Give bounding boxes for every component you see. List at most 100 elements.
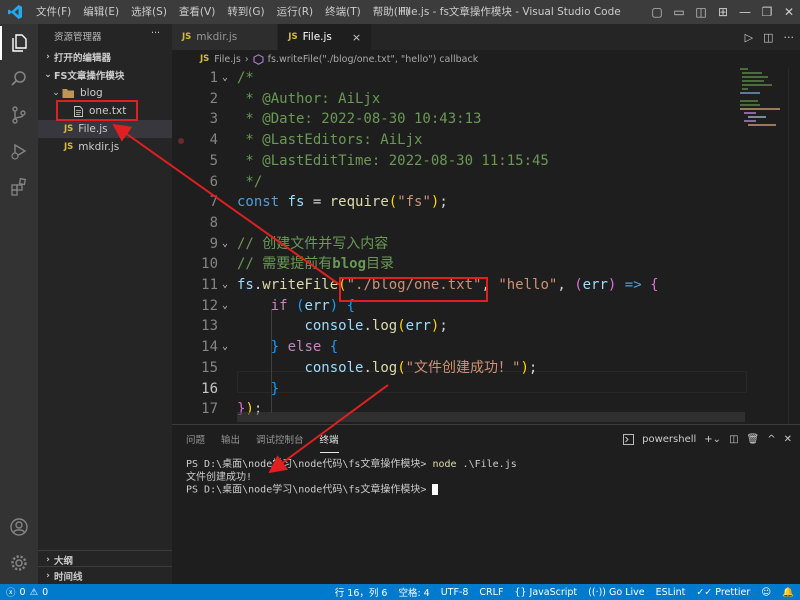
layout-toggle-icon[interactable]: ▢ [646,5,668,19]
file-label: File.js [78,123,108,135]
panel-toggle-icon[interactable]: ▭ [668,5,690,19]
file-mkdir-js[interactable]: JS mkdir.js [38,138,172,156]
timeline-section[interactable]: › 时间线 [38,566,172,585]
language-mode[interactable]: {} JavaScript [514,587,577,598]
terminal-cursor [432,484,439,495]
code-text: // 需要提前有blog目录 [237,256,395,273]
chevron-down-icon[interactable]: ⌄ [222,234,236,255]
project-section[interactable]: ⌄ FS文章操作模块 [38,66,172,84]
account-icon[interactable] [0,510,38,544]
extensions-icon[interactable] [0,170,38,204]
code-editor[interactable]: 1 ⌄/* 2 * @Author: AiLjx 3 * @Date: 2022-… [172,68,800,424]
code-text: const fs = require("fs"); [237,194,448,211]
chevron-right-icon: › [46,555,50,565]
split-toggle-icon[interactable]: ◫ [690,5,712,19]
go-live-button[interactable]: ((·)) Go Live [588,587,644,598]
line-number: 1 [209,70,218,86]
tab-output[interactable]: 输出 [221,425,240,453]
code-line: 1 ⌄/* [172,68,800,89]
run-debug-icon[interactable] [0,134,38,168]
customize-layout-icon[interactable]: ⊞ [712,5,734,19]
prettier-status[interactable]: ✓✓ Prettier [696,587,750,598]
menu-run[interactable]: 运行(R) [271,0,320,24]
file-file-js[interactable]: JS File.js [38,120,172,138]
chevron-down-icon[interactable]: ⌄ [222,275,236,296]
terminal-icon [623,433,635,445]
eslint-status[interactable]: ESLint [656,587,686,598]
close-tab-icon[interactable]: × [352,31,361,44]
chevron-down-icon[interactable]: ⌄ [222,68,236,89]
tab-problems[interactable]: 问题 [186,425,205,453]
code-line: 5 * @LastEditTime: 2022-08-30 11:15:45 [172,151,800,172]
window-controls: ▢ ▭ ◫ ⊞ — ❐ ✕ [646,0,800,24]
breadcrumb-file[interactable]: File.js [214,54,241,65]
timeline-label: 时间线 [54,572,83,583]
close-window-button[interactable]: ✕ [778,5,800,19]
more-actions-icon[interactable]: ··· [784,31,795,44]
line-number: 11 [201,277,218,293]
shell-name[interactable]: powershell [642,434,696,445]
open-editors-label: 打开的编辑器 [54,53,112,64]
encoding[interactable]: UTF-8 [441,587,469,598]
line-number: 10 [201,256,218,273]
close-panel-icon[interactable]: ✕ [784,434,792,445]
menu-view[interactable]: 查看(V) [173,0,221,24]
terminal-panel: 问题 输出 调试控制台 终端 powershell +⌄ ◫ 🗑 ^ ✕ PS … [172,424,800,584]
tab-label: File.js [302,31,332,43]
line-number: 4 [209,132,218,149]
code-text: console.log("文件创建成功！"); [304,359,538,376]
maximize-panel-icon[interactable]: ^ [767,434,775,445]
tab-file-js[interactable]: JS File.js × [278,24,373,50]
tab-terminal[interactable]: 终端 [319,425,339,453]
split-editor-icon[interactable]: ◫ [763,31,773,44]
line-number: 12 [201,297,218,314]
split-terminal-icon[interactable]: ◫ [729,434,738,445]
line-ending[interactable]: CRLF [479,587,503,598]
trash-icon[interactable]: 🗑 [747,434,760,445]
explorer-icon[interactable] [0,26,38,60]
terminal-output[interactable]: PS D:\桌面\node学习\node代码\fs文章操作模块> node .\… [186,459,517,497]
tab-label: mkdir.js [196,31,238,43]
minimize-button[interactable]: — [734,5,756,19]
chevron-down-icon[interactable]: ⌄ [222,337,236,358]
chevron-down-icon[interactable]: ⌄ [222,296,236,317]
feedback-icon[interactable]: ☺ [761,587,771,598]
more-actions-icon[interactable]: ··· [151,28,160,39]
check-double-icon: ✓✓ [696,586,716,598]
add-terminal-icon[interactable]: +⌄ [704,434,721,445]
code-text: } else { [270,339,339,356]
status-problems[interactable]: ⓧ 0 ⚠ 0 [6,584,48,600]
project-label: FS文章操作模块 [54,71,125,82]
code-text: if (err) { [270,297,356,314]
minimap[interactable] [740,68,788,128]
source-control-icon[interactable] [0,98,38,132]
code-line: 10 // 需要提前有blog目录 [172,254,800,275]
run-file-icon[interactable]: ▷ [745,31,753,44]
folder-label: blog [80,87,103,99]
bell-icon[interactable]: 🔔 [782,587,794,598]
code-line: 6 */ [172,172,800,193]
vertical-scrollbar[interactable] [788,68,800,424]
manage-gear-icon[interactable] [0,546,38,580]
activity-bar [0,24,38,584]
menu-file[interactable]: 文件(F) [30,0,77,24]
breadcrumb-symbol[interactable]: fs.writeFile("./blog/one.txt", "hello") … [268,54,479,65]
indentation[interactable]: 空格: 4 [398,585,429,599]
terminal-line: 文件创建成功! [186,471,253,483]
annotation-box-file [56,100,138,121]
explorer-title: 资源管理器 [54,32,102,43]
tab-mkdir-js[interactable]: JS mkdir.js [172,24,279,50]
horizontal-scrollbar[interactable] [237,412,745,422]
search-icon[interactable] [0,62,38,96]
title-bar: 文件(F) 编辑(E) 选择(S) 查看(V) 转到(G) 运行(R) 终端(T… [0,0,800,24]
tab-debug-console[interactable]: 调试控制台 [256,425,304,453]
code-line: 3 * @Date: 2022-08-30 10:43:13 [172,109,800,130]
menu-edit[interactable]: 编辑(E) [77,0,125,24]
maximize-button[interactable]: ❐ [756,5,778,19]
menu-selection[interactable]: 选择(S) [125,0,173,24]
menu-terminal[interactable]: 终端(T) [319,0,367,24]
cursor-position[interactable]: 行 16，列 6 [335,585,388,599]
open-editors-section[interactable]: › 打开的编辑器 [38,48,172,66]
chevron-down-icon: ⌄ [52,88,60,98]
menu-go[interactable]: 转到(G) [221,0,270,24]
